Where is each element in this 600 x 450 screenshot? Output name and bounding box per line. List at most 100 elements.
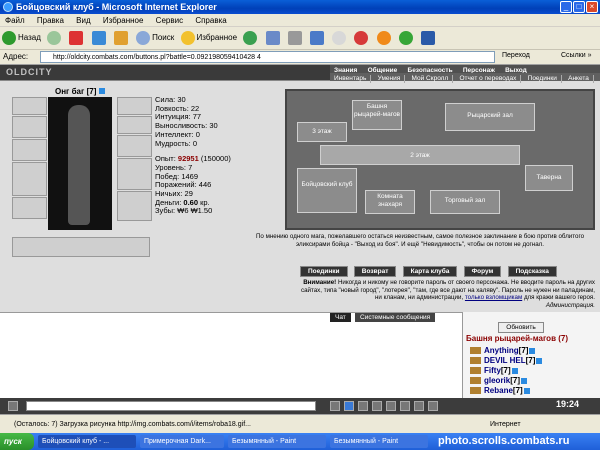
return-button[interactable]: Возврат (353, 266, 397, 277)
user-item[interactable]: DEVIL HEL[7] (470, 356, 543, 366)
mailru-icon (376, 30, 391, 45)
forward-button[interactable] (45, 28, 65, 48)
user-item[interactable]: gleorik[7] (470, 376, 528, 386)
map-room[interactable]: 3 этаж (297, 122, 347, 142)
tab-system[interactable]: Системные сообщения (355, 313, 436, 322)
nav-profile[interactable]: Анкета (564, 75, 594, 83)
opera-button[interactable] (352, 28, 372, 48)
earrings-slot[interactable] (117, 97, 152, 115)
minimize-button[interactable]: _ (560, 1, 572, 13)
task-item[interactable]: Безымянный - Paint (228, 435, 326, 448)
menu-file[interactable]: Файл (0, 14, 30, 27)
print-icon (287, 30, 302, 45)
club-map-button[interactable]: Карта клуба (402, 266, 458, 277)
map-room[interactable]: 2 этаж (320, 145, 520, 165)
item-belt[interactable] (12, 237, 150, 257)
maximize-button[interactable]: □ (573, 1, 585, 13)
nav-skills[interactable]: Умения (374, 75, 406, 83)
character-name[interactable]: Онг баг [7] (55, 87, 105, 96)
go-button[interactable]: Переход (502, 52, 530, 59)
media-button[interactable] (241, 28, 261, 48)
map-room[interactable]: Башня рыцарей-магов (352, 100, 402, 130)
shield-slot[interactable] (117, 158, 152, 190)
bracers-slot[interactable] (12, 116, 47, 138)
translit-icon[interactable] (386, 401, 396, 411)
chat-scroll-icon[interactable] (8, 401, 18, 411)
info-icon[interactable] (98, 88, 105, 94)
word-button[interactable] (419, 28, 439, 48)
mailru-button[interactable] (375, 28, 395, 48)
icq-button[interactable] (397, 28, 417, 48)
links-button[interactable]: Ссылки » (561, 52, 591, 59)
back-button[interactable]: Назад (0, 28, 43, 48)
chat-input[interactable] (26, 401, 316, 411)
battles-button[interactable]: Поединки (300, 266, 348, 277)
tab-chat[interactable]: Чат (330, 313, 351, 322)
user-item[interactable]: Fifty[7] (470, 366, 518, 376)
boots-slot[interactable] (117, 191, 152, 221)
map-room[interactable]: Таверна (525, 165, 573, 191)
user-item[interactable]: Anything[7] (470, 346, 536, 356)
menu-bar: Файл Правка Вид Избранное Сервис Справка (0, 14, 600, 27)
map-room[interactable]: Торговый зал (430, 190, 500, 214)
site-logo: OLDCITY (6, 67, 53, 77)
tip-text: По мнению одного мага, пожелавшего остат… (255, 233, 585, 248)
task-item[interactable]: Примерочная Dark... (140, 435, 224, 448)
map-room[interactable]: Бойцовский клуб (297, 168, 357, 213)
weapon-slot[interactable] (12, 139, 47, 161)
smiles-icon[interactable] (372, 401, 382, 411)
forum-button[interactable]: Форум (463, 266, 502, 277)
filter-icon[interactable] (344, 401, 354, 411)
edit-button[interactable] (308, 28, 328, 48)
status-text: (Осталось: 7) Загрузка рисунка http://im… (14, 421, 251, 428)
teeth: Зубы: ₩6 ₩1.50 (155, 206, 213, 216)
url-input[interactable]: http://oldcity.combats.com/buttons.pl?ba… (40, 51, 495, 63)
gloves-slot[interactable] (117, 135, 152, 157)
print-button[interactable] (286, 28, 306, 48)
forward-arrow-icon (47, 30, 62, 45)
mail-button[interactable] (264, 28, 284, 48)
menu-favorites[interactable]: Избранное (98, 14, 149, 27)
hackers-link[interactable]: только взломщикам (465, 294, 522, 301)
belt-slot[interactable] (12, 197, 47, 219)
address-label: Адрес: (3, 52, 29, 61)
hint-button[interactable]: Подсказка (507, 266, 557, 277)
map-room[interactable]: Рыцарский зал (445, 103, 535, 131)
task-item[interactable]: Безымянный - Paint (330, 435, 428, 448)
private-icon[interactable] (428, 401, 438, 411)
helmet-slot[interactable] (12, 97, 47, 115)
nav-battles[interactable]: Поединки (524, 75, 562, 83)
info-icon (529, 347, 536, 354)
nav-transfers[interactable]: Отчет о переводах (456, 75, 522, 83)
nav-my-scroll[interactable]: Мой Скролл (408, 75, 454, 83)
start-button[interactable]: пуск (0, 433, 34, 450)
messenger-button[interactable] (330, 28, 350, 48)
nav-inventory[interactable]: Инвентарь (330, 75, 372, 83)
menu-edit[interactable]: Правка (32, 14, 69, 27)
close-button[interactable]: × (586, 1, 598, 13)
menu-help[interactable]: Справка (190, 14, 231, 27)
task-item[interactable]: Бойцовский клуб - ... (38, 435, 136, 448)
search-button[interactable]: Поиск (134, 28, 176, 48)
send-icon[interactable] (330, 401, 340, 411)
clan-icon (470, 357, 481, 365)
sound-icon[interactable] (414, 401, 424, 411)
stop-button[interactable] (67, 28, 87, 48)
info-icon (521, 377, 528, 384)
action-buttons: Поединки Возврат Карта клуба Форум Подск… (300, 266, 595, 277)
character-stats: Сила: 30 Ловкость: 22 Интуиция: 77 Вынос… (155, 95, 280, 216)
favorites-button[interactable]: Избранное (179, 28, 240, 48)
map-room[interactable]: Комната знахаря (365, 190, 415, 214)
armor-slot[interactable] (12, 162, 47, 196)
refresh-button[interactable] (90, 28, 110, 48)
refresh-list-button[interactable]: Обновить (498, 322, 544, 333)
chat-messages (0, 312, 462, 398)
home-button[interactable] (112, 28, 132, 48)
menu-view[interactable]: Вид (71, 14, 95, 27)
equipment-right (117, 97, 153, 257)
amulet-slot[interactable] (117, 116, 152, 134)
settings-icon[interactable] (400, 401, 410, 411)
clear-icon[interactable] (358, 401, 368, 411)
user-item[interactable]: Rebane[7] (470, 386, 530, 396)
menu-tools[interactable]: Сервис (151, 14, 188, 27)
